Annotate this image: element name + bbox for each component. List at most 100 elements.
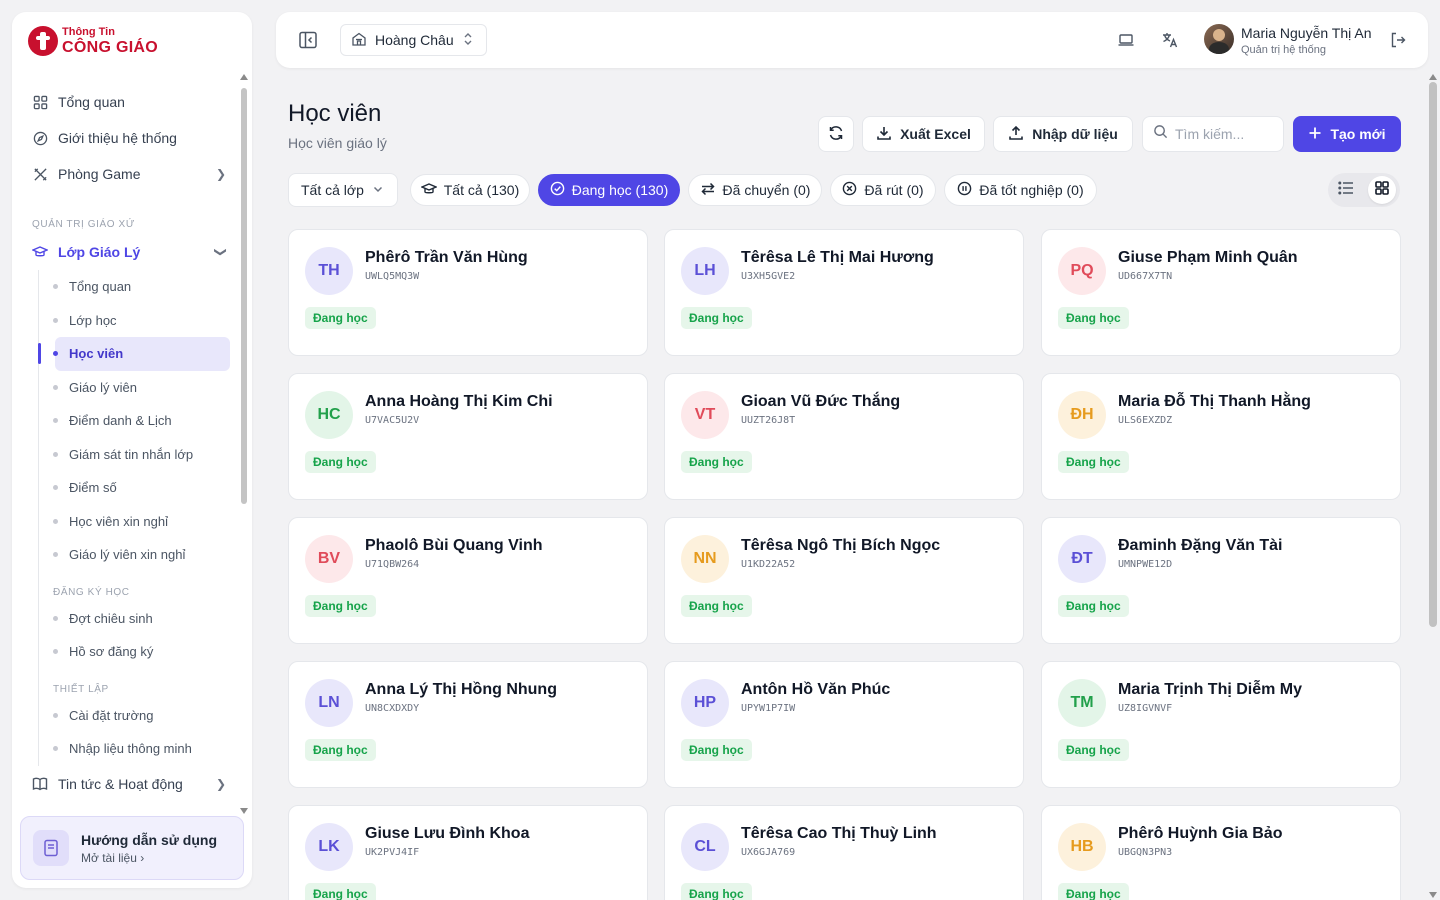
- download-icon: [876, 125, 892, 144]
- subnav-item-message-monitor[interactable]: Giám sát tin nhắn lớp: [39, 438, 240, 472]
- student-name: Đaminh Đặng Văn Tài: [1118, 537, 1283, 554]
- book-icon: [32, 776, 48, 792]
- sidebar-toggle-icon[interactable]: [298, 30, 318, 50]
- main-scroll-thumb[interactable]: [1429, 82, 1437, 627]
- search-input[interactable]: [1175, 126, 1279, 142]
- sidebar-scrollbar[interactable]: [240, 74, 248, 814]
- refresh-button[interactable]: [818, 116, 854, 152]
- subnav-item-grades[interactable]: Điểm số: [39, 471, 240, 505]
- status-badge: Đang học: [681, 739, 752, 761]
- view-mode-toggle: [1328, 173, 1400, 207]
- student-card[interactable]: LH Têrêsa Lê Thị Mai Hương U3XH5GVE2 Đang h…: [664, 229, 1024, 356]
- student-avatar: PQ: [1058, 247, 1106, 295]
- sidebar-group-catechism[interactable]: Lớp Giáo Lý ❯: [12, 234, 240, 270]
- student-card[interactable]: ĐT Đaminh Đặng Văn Tài UMNPWE12D Đang học: [1041, 517, 1401, 644]
- student-avatar: ĐH: [1058, 391, 1106, 439]
- student-avatar: ĐT: [1058, 535, 1106, 583]
- student-code: UWLQ5MQ3W: [365, 271, 420, 282]
- student-card[interactable]: CL Têrêsa Cao Thị Thuỳ Linh UX6GJA769 Đang …: [664, 805, 1024, 900]
- status-badge: Đang học: [305, 307, 376, 329]
- guide-open-link[interactable]: Mở tài liệu ›: [81, 851, 217, 865]
- tab-label: Đang học (130): [571, 182, 669, 198]
- parish-selector[interactable]: Hoàng Châu: [340, 24, 487, 56]
- list-view-button[interactable]: [1332, 176, 1360, 204]
- subnav-item-attendance[interactable]: Điểm danh & Lịch: [39, 404, 240, 438]
- student-card[interactable]: BV Phaolô Bùi Quang Vinh U71QBW264 Đang học: [288, 517, 648, 644]
- upload-icon: [1008, 125, 1024, 144]
- subnav-item-smart-input[interactable]: Nhập liệu thông minh: [39, 732, 240, 766]
- tab-studying[interactable]: Đang học (130): [538, 174, 680, 206]
- student-avatar: TH: [305, 247, 353, 295]
- search-box[interactable]: [1142, 116, 1284, 152]
- translate-icon[interactable]: [1160, 30, 1180, 50]
- guide-title: Hướng dẫn sử dụng: [81, 831, 217, 848]
- import-data-button[interactable]: Nhập dữ liệu: [993, 116, 1133, 152]
- subnav-item-students[interactable]: Học viên: [38, 337, 230, 371]
- sidebar-item-label: Giới thiệu hệ thống: [58, 130, 177, 146]
- user-guide-card[interactable]: Hướng dẫn sử dụng Mở tài liệu ›: [20, 816, 244, 880]
- subnav-item-catechist-leave[interactable]: Giáo lý viên xin nghỉ: [39, 538, 240, 572]
- check-circle-icon: [550, 181, 565, 199]
- export-label: Xuất Excel: [900, 126, 971, 142]
- search-icon: [1153, 124, 1168, 144]
- top-header: Hoàng Châu Maria Nguyễn Thị An Quản trị …: [276, 12, 1428, 68]
- student-card[interactable]: PQ Giuse Phạm Minh Quân UD667X7TN Đang học: [1041, 229, 1401, 356]
- scroll-up-arrow-icon[interactable]: [240, 74, 248, 80]
- tab-label: Đã chuyển (0): [722, 182, 811, 198]
- student-card[interactable]: LN Anna Lý Thị Hồng Nhung UN8CXDXDY Đang họ…: [288, 661, 648, 788]
- app-logo[interactable]: Thông Tin CÔNG GIÁO: [28, 24, 158, 58]
- class-filter-select[interactable]: Tất cả lớp: [288, 173, 398, 207]
- tab-all[interactable]: Tất cả (130): [410, 174, 530, 206]
- sidebar-scroll-thumb[interactable]: [241, 88, 247, 504]
- status-badge: Đang học: [681, 595, 752, 617]
- sidebar-item-intro[interactable]: Giới thiệu hệ thống: [12, 120, 240, 156]
- tab-label: Đã rút (0): [864, 182, 924, 198]
- scroll-down-arrow-icon[interactable]: [240, 808, 248, 814]
- export-excel-button[interactable]: Xuất Excel: [862, 116, 985, 152]
- subnav-item-catechists[interactable]: Giáo lý viên: [39, 371, 240, 405]
- student-card[interactable]: TM Maria Trịnh Thị Diễm My UZ8IGVNVF Đang h…: [1041, 661, 1401, 788]
- subnav-item-applications[interactable]: Hồ sơ đăng ký: [39, 635, 240, 669]
- laptop-icon[interactable]: [1116, 30, 1136, 50]
- student-name: Antôn Hồ Văn Phúc: [741, 681, 891, 698]
- student-card[interactable]: LK Giuse Lưu Đình Khoa UK2PVJ4IF Đang học: [288, 805, 648, 900]
- tab-transferred[interactable]: Đã chuyển (0): [688, 174, 822, 206]
- sidebar-item-overview[interactable]: Tổng quan: [12, 84, 240, 120]
- student-card[interactable]: TH Phêrô Trần Văn Hùng UWLQ5MQ3W Đang học: [288, 229, 648, 356]
- student-code: U71QBW264: [365, 559, 420, 570]
- student-card[interactable]: VT Gioan Vũ Đức Thắng UUZT26J8T Đang học: [664, 373, 1024, 500]
- import-label: Nhập dữ liệu: [1032, 126, 1118, 142]
- status-badge: Đang học: [1058, 595, 1129, 617]
- logo-small-text: Thông Tin: [62, 25, 115, 38]
- scroll-down-arrow-icon[interactable]: [1429, 892, 1437, 898]
- tab-withdrawn[interactable]: Đã rút (0): [830, 174, 936, 206]
- tab-graduated[interactable]: Đã tốt nghiệp (0): [944, 174, 1097, 206]
- chevron-down-icon: ❯: [213, 246, 228, 258]
- main-scrollbar[interactable]: [1426, 72, 1440, 900]
- student-card[interactable]: NN Têrêsa Ngô Thị Bích Ngọc U1KD22A52 Đang …: [664, 517, 1024, 644]
- user-avatar[interactable]: [1204, 24, 1234, 54]
- create-new-button[interactable]: Tạo mới: [1293, 116, 1401, 152]
- subnav-item-classes[interactable]: Lớp học: [39, 304, 240, 338]
- student-avatar: LN: [305, 679, 353, 727]
- scroll-up-arrow-icon[interactable]: [1429, 74, 1437, 80]
- student-name: Maria Đỗ Thị Thanh Hằng: [1118, 393, 1311, 410]
- student-card[interactable]: HB Phêrô Huỳnh Gia Bảo UBGQN3PN3 Đang học: [1041, 805, 1401, 900]
- refresh-icon: [828, 125, 844, 144]
- user-role: Quản trị hệ thống: [1241, 44, 1327, 56]
- subnav-item-student-leave[interactable]: Học viên xin nghỉ: [39, 505, 240, 539]
- subnav-item-school-settings[interactable]: Cài đặt trường: [39, 699, 240, 733]
- grid-view-button[interactable]: [1368, 176, 1396, 204]
- swap-icon: [700, 182, 716, 199]
- student-card[interactable]: HC Anna Hoàng Thị Kim Chi U7VAC5U2V Đang họ…: [288, 373, 648, 500]
- subnav-item-enrollment-period[interactable]: Đợt chiêu sinh: [39, 602, 240, 636]
- sidebar-item-game-room[interactable]: Phòng Game ❯: [12, 156, 240, 192]
- student-code: UX6GJA769: [741, 847, 796, 858]
- sidebar-item-news[interactable]: Tin tức & Hoạt động ❯: [12, 766, 240, 802]
- student-card[interactable]: ĐH Maria Đỗ Thị Thanh Hằng ULS6EXZDZ Đang h…: [1041, 373, 1401, 500]
- subnav-item-overview[interactable]: Tổng quan: [39, 270, 240, 304]
- logout-icon[interactable]: [1388, 30, 1408, 50]
- page-title: Học viên: [288, 100, 382, 127]
- create-label: Tạo mới: [1330, 126, 1386, 142]
- student-card[interactable]: HP Antôn Hồ Văn Phúc UPYW1P7IW Đang học: [664, 661, 1024, 788]
